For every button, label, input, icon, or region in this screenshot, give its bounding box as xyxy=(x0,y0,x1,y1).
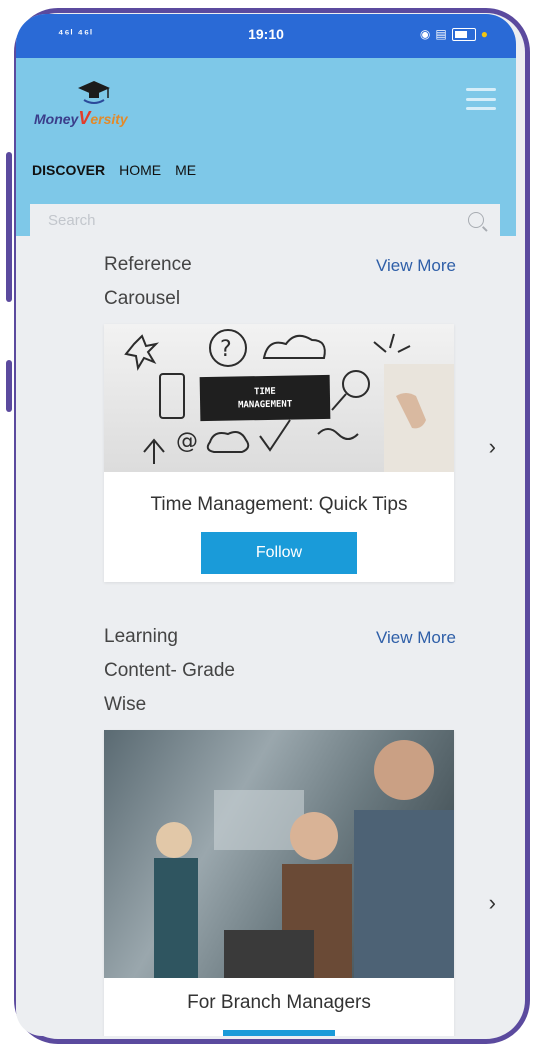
battery-icon xyxy=(451,27,476,41)
hamburger-menu-icon[interactable] xyxy=(466,88,496,110)
card-title: For Branch Managers xyxy=(187,992,371,1013)
section-title-line: Carousel xyxy=(104,288,181,309)
tab-home[interactable]: HOME xyxy=(119,162,161,178)
section-title-line: Reference xyxy=(104,254,192,275)
meeting-photo-illustration xyxy=(154,740,454,978)
location-icon: ◉ xyxy=(419,27,431,41)
wifi-icon: ▤ xyxy=(435,27,447,41)
section-title-learning-content: Learning Content- Grade Wise xyxy=(104,620,235,722)
tab-discover[interactable]: DISCOVER xyxy=(32,162,105,178)
logo-rest: ersity xyxy=(90,111,128,127)
moneyversity-logo[interactable]: MoneyVersity xyxy=(34,78,164,138)
search-bar xyxy=(30,204,500,236)
carousel-card[interactable]: ? @ TIME MANAGEMENT Time Management: Qui… xyxy=(104,324,454,582)
svg-text:?: ? xyxy=(220,337,232,362)
nav-tabs: DISCOVER HOME ME xyxy=(32,162,196,178)
section-title-line: Learning xyxy=(104,626,178,647)
search-icon[interactable] xyxy=(468,212,484,228)
status-icons: ◉ ▤ ● xyxy=(420,27,488,41)
search-input[interactable] xyxy=(46,210,450,230)
logo-v: V xyxy=(78,108,91,128)
chevron-right-icon[interactable]: › xyxy=(489,890,496,916)
logo-brand: Money xyxy=(34,111,79,127)
view-more-link[interactable]: View More xyxy=(376,256,456,276)
logo-text: MoneyVersity xyxy=(34,108,128,129)
chevron-right-icon[interactable]: › xyxy=(489,434,496,460)
app-header: MoneyVersity DISCOVER HOME ME xyxy=(16,58,516,236)
notification-icon: ● xyxy=(480,27,488,41)
section-title-reference-carousel: Reference Carousel xyxy=(104,248,192,316)
follow-button-partial[interactable] xyxy=(223,1030,335,1036)
section-title-line: Wise xyxy=(104,694,147,715)
branch-managers-photo xyxy=(104,730,454,978)
section-title-line: Content- Grade xyxy=(104,660,235,681)
status-bar: ⁴⁶ᴵ ⁴⁶ᴵ 19:10 ◉ ▤ ● xyxy=(16,14,516,58)
phone-side-button-lower xyxy=(6,360,12,412)
card-title: Time Management: Quick Tips xyxy=(150,494,408,515)
follow-button[interactable]: Follow xyxy=(201,532,357,574)
phone-side-button-upper xyxy=(6,152,12,302)
tab-me[interactable]: ME xyxy=(175,162,196,178)
view-more-link[interactable]: View More xyxy=(376,628,456,648)
carousel-card[interactable]: For Branch Managers xyxy=(104,730,454,1036)
time-management-label: TIME MANAGEMENT xyxy=(199,374,331,422)
svg-text:@: @ xyxy=(176,429,198,454)
app-screen: ⁴⁶ᴵ ⁴⁶ᴵ 19:10 ◉ ▤ ● MoneyVersity DISCOVE… xyxy=(16,14,516,1036)
graduation-cap-icon xyxy=(78,81,110,104)
time-management-image: ? @ TIME MANAGEMENT xyxy=(104,324,454,472)
